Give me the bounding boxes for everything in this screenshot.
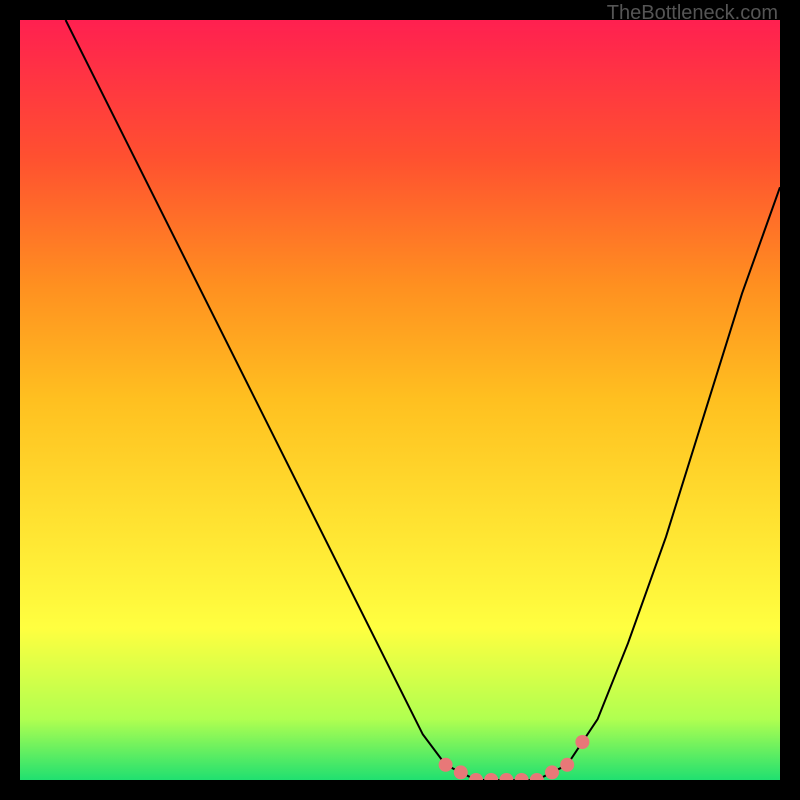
marker-dot: [545, 765, 559, 779]
marker-dot: [454, 765, 468, 779]
marker-dot: [484, 773, 498, 780]
marker-dot: [469, 773, 483, 780]
marker-dot: [575, 735, 589, 749]
marker-dot: [560, 758, 574, 772]
marker-dot: [439, 758, 453, 772]
highlight-markers: [439, 735, 590, 780]
bottleneck-curve: [66, 20, 780, 780]
chart-svg: [20, 20, 780, 780]
watermark-text: TheBottleneck.com: [607, 2, 778, 25]
marker-dot: [530, 773, 544, 780]
chart-container: TheBottleneck.com: [0, 0, 800, 800]
marker-dot: [499, 773, 513, 780]
marker-dot: [515, 773, 529, 780]
